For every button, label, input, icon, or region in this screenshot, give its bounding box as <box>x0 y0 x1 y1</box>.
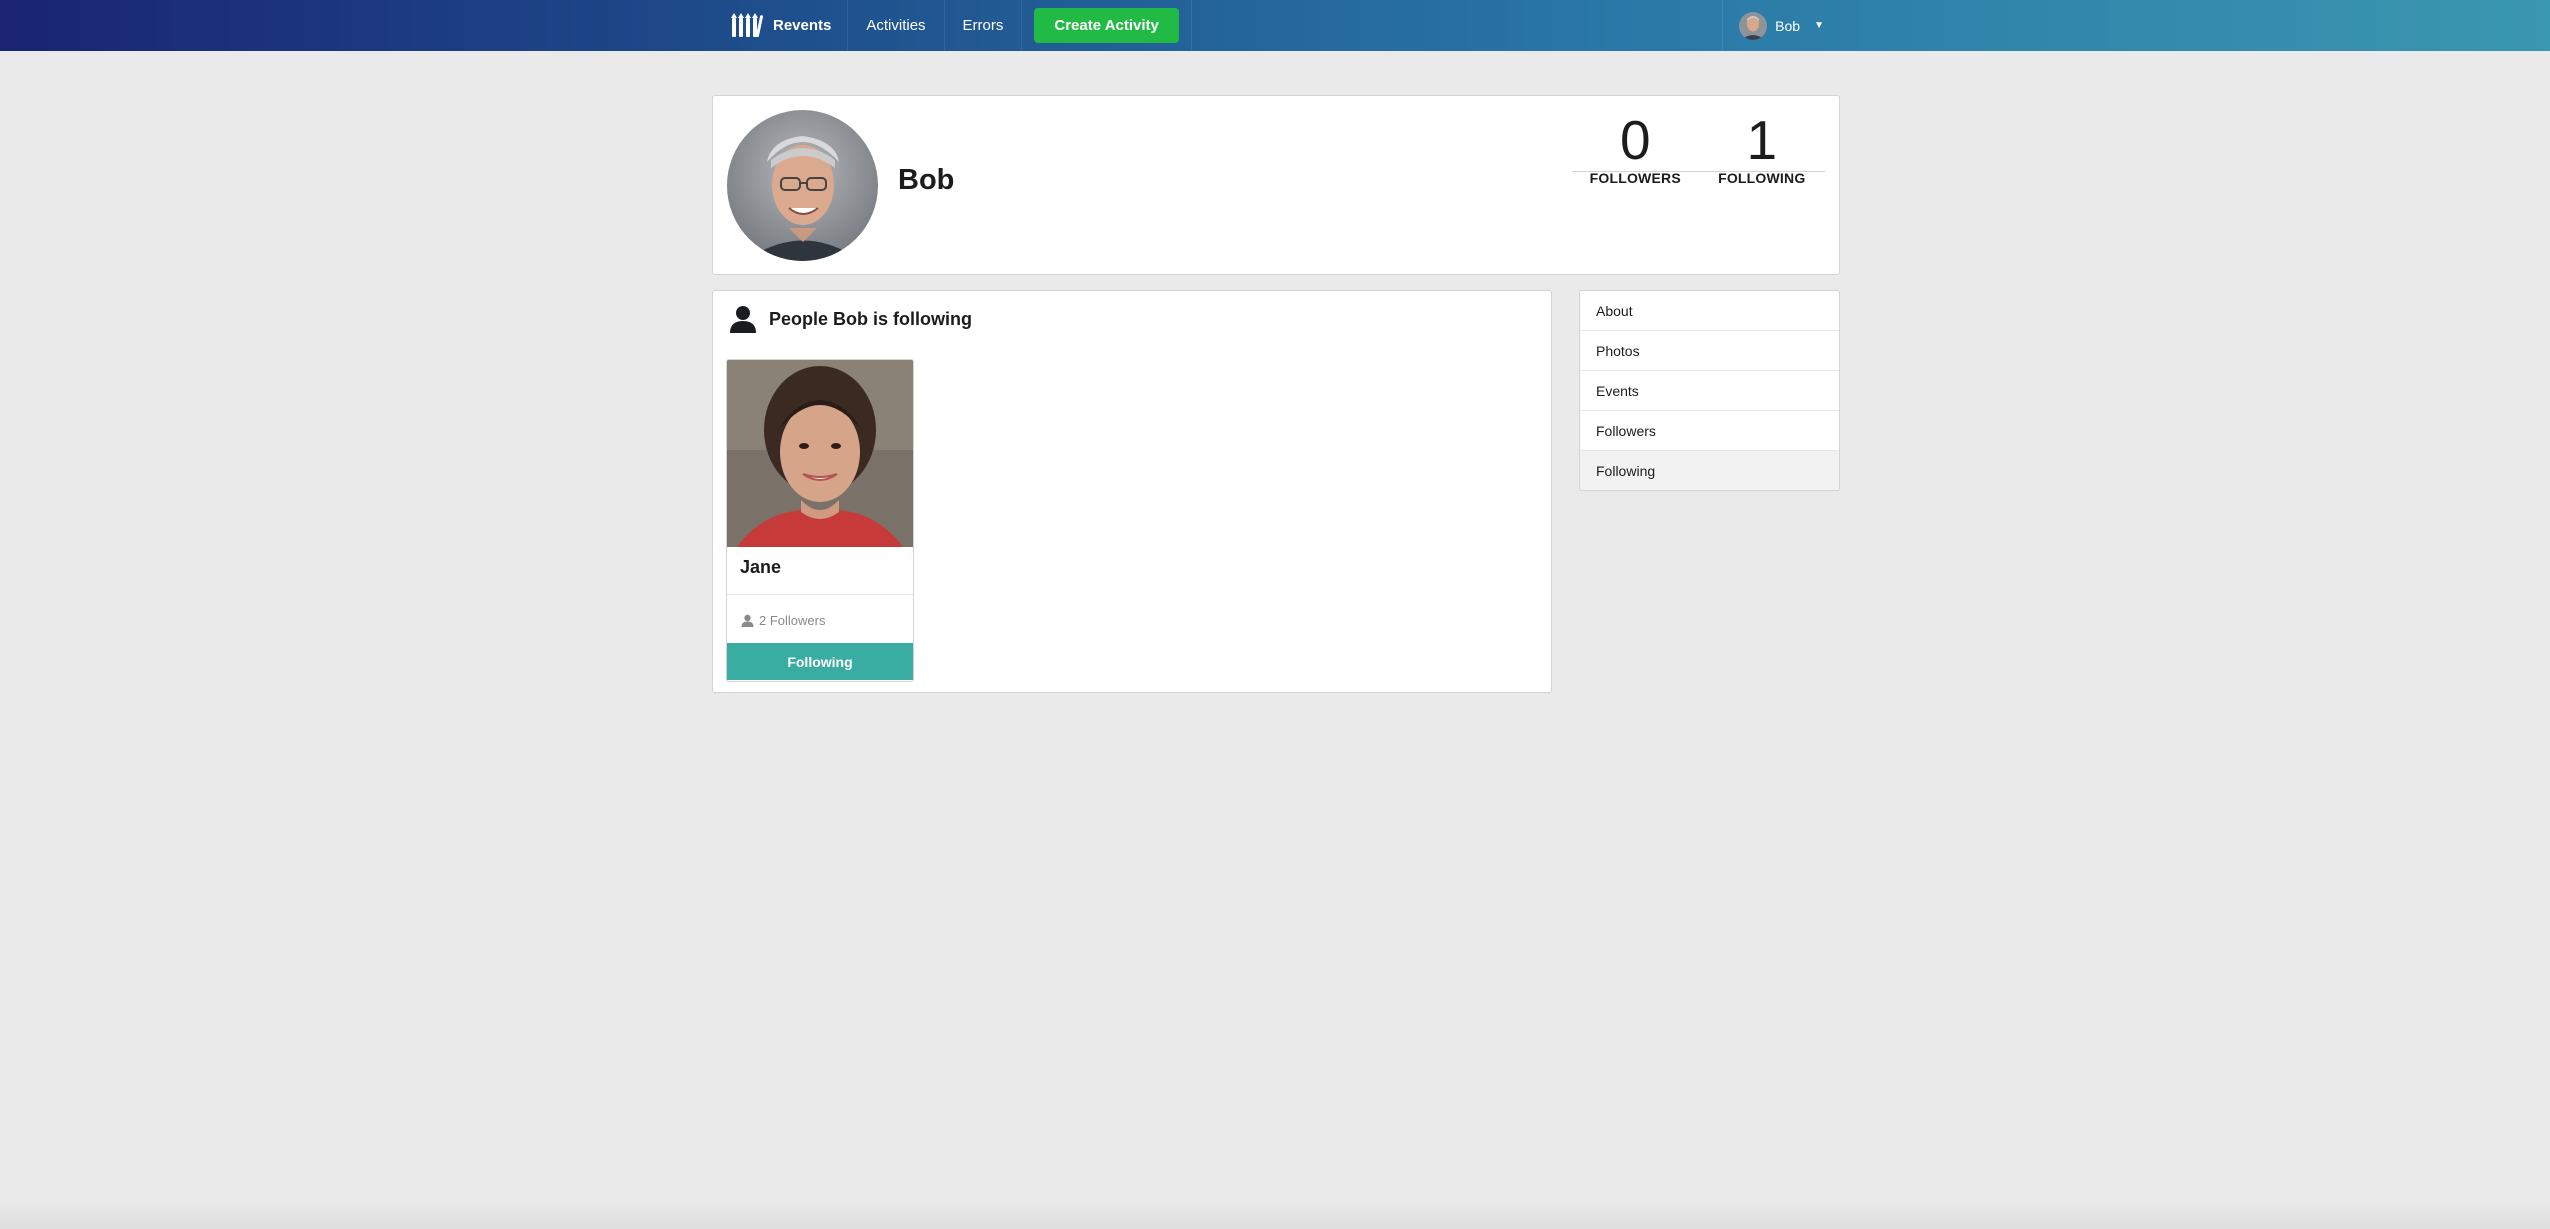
stat-value: 0 <box>1619 109 1651 171</box>
create-activity-wrap: Create Activity <box>1022 0 1192 51</box>
profile-header-card: Bob 0 FOLLOWERS 1 FOLLOWING <box>712 95 1840 275</box>
user-menu-dropdown[interactable]: Bob ▼ <box>1722 0 1840 51</box>
profile-stats: 0 FOLLOWERS 1 FOLLOWING <box>1572 109 1826 186</box>
brand-name: Revents <box>773 17 832 34</box>
side-menu-item-photos[interactable]: Photos <box>1580 331 1839 371</box>
nav-item-label: Errors <box>962 17 1004 34</box>
user-icon <box>741 614 754 627</box>
profile-avatar <box>727 110 878 261</box>
top-navbar: Revents Activities Errors Create Activit… <box>0 0 2550 51</box>
profile-name: Bob <box>898 164 955 196</box>
user-icon <box>730 306 756 333</box>
user-avatar <box>1739 11 1768 40</box>
stat-label: FOLLOWING <box>1718 170 1806 186</box>
brand-link[interactable]: Revents <box>713 0 849 51</box>
nav-item-activities[interactable]: Activities <box>848 0 945 51</box>
bottom-shade <box>0 1199 2550 1229</box>
nav-item-label: Activities <box>866 17 926 34</box>
stat-value: 1 <box>1746 109 1778 171</box>
person-card[interactable]: Jane 2 Followers Following <box>726 359 914 682</box>
side-menu-item-about[interactable]: About <box>1580 291 1839 331</box>
person-name[interactable]: Jane <box>740 557 781 578</box>
person-photo <box>727 360 913 547</box>
following-button[interactable]: Following <box>727 643 913 680</box>
person-followers-count: 2 Followers <box>741 613 825 628</box>
panel-header: People Bob is following <box>729 305 972 333</box>
side-menu-item-events[interactable]: Events <box>1580 371 1839 411</box>
navbar-inner: Revents Activities Errors Create Activit… <box>713 0 1840 51</box>
stat-following: 1 FOLLOWING <box>1699 109 1826 186</box>
revents-logo-icon <box>731 13 763 37</box>
nav-item-errors[interactable]: Errors <box>945 0 1023 51</box>
followers-label: 2 Followers <box>759 613 826 628</box>
card-divider <box>727 594 913 595</box>
dropdown-caret-icon: ▼ <box>1814 20 1824 31</box>
stat-label: FOLLOWERS <box>1589 170 1681 186</box>
side-menu-item-followers[interactable]: Followers <box>1580 411 1839 451</box>
profile-side-menu: About Photos Events Followers Following <box>1579 290 1840 491</box>
side-menu-item-following[interactable]: Following <box>1580 451 1839 490</box>
user-name: Bob <box>1775 17 1801 34</box>
stat-followers: 0 FOLLOWERS <box>1572 109 1699 186</box>
panel-title: People Bob is following <box>769 308 973 329</box>
following-panel: People Bob is following Jane 2 Followers… <box>712 290 1552 693</box>
create-activity-button[interactable]: Create Activity <box>1034 8 1179 43</box>
